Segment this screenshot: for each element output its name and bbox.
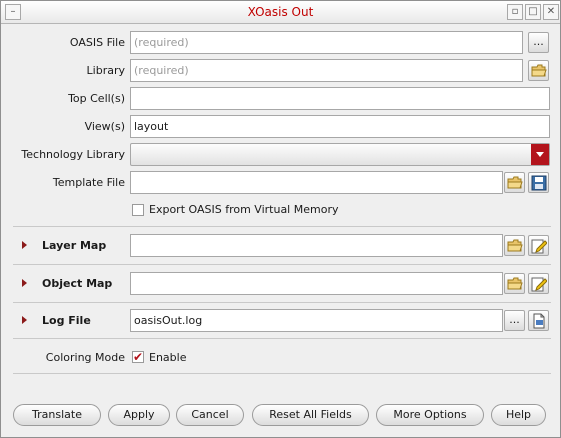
views-label: View(s) bbox=[84, 120, 125, 133]
maximize-icon[interactable]: □ bbox=[525, 4, 541, 20]
divider bbox=[13, 226, 551, 227]
folder-icon bbox=[507, 176, 523, 189]
cancel-button[interactable]: Cancel bbox=[176, 404, 244, 426]
divider bbox=[13, 302, 551, 303]
export-virtual-memory-checkbox[interactable] bbox=[132, 204, 144, 216]
divider bbox=[13, 264, 551, 265]
folder-icon bbox=[507, 277, 523, 290]
minimize-icon[interactable]: ▫ bbox=[507, 4, 523, 20]
log-file-input[interactable]: oasisOut.log bbox=[130, 309, 503, 332]
layer-map-label: Layer Map bbox=[42, 239, 107, 252]
object-map-input[interactable] bbox=[130, 272, 503, 295]
expand-layer-map-icon[interactable] bbox=[22, 241, 27, 249]
expand-object-map-icon[interactable] bbox=[22, 279, 27, 287]
expand-log-file-icon[interactable] bbox=[22, 316, 27, 324]
close-icon[interactable]: ✕ bbox=[543, 4, 559, 20]
save-icon bbox=[531, 175, 547, 191]
log-file-view-button[interactable] bbox=[528, 310, 549, 331]
layer-map-edit-button[interactable] bbox=[528, 235, 549, 256]
reset-all-fields-button[interactable]: Reset All Fields bbox=[252, 404, 369, 426]
edit-icon bbox=[531, 277, 547, 292]
xoasis-out-dialog: – XOasis Out ▫ □ ✕ OASIS File (required)… bbox=[0, 0, 561, 438]
views-input[interactable]: layout bbox=[130, 115, 550, 138]
library-browse-button[interactable] bbox=[528, 60, 549, 81]
folder-icon bbox=[531, 64, 547, 77]
layer-map-browse-button[interactable] bbox=[504, 235, 525, 256]
template-file-save-button[interactable] bbox=[528, 172, 549, 193]
log-file-browse-button[interactable]: ... bbox=[504, 310, 525, 331]
coloring-enable-label: Enable bbox=[149, 351, 187, 364]
oasis-file-label: OASIS File bbox=[69, 36, 125, 49]
chevron-down-icon[interactable] bbox=[531, 144, 549, 165]
oasis-file-browse-button[interactable]: ... bbox=[528, 32, 549, 53]
library-label: Library bbox=[86, 64, 125, 77]
template-file-browse-button[interactable] bbox=[504, 172, 525, 193]
translate-button[interactable]: Translate bbox=[13, 404, 101, 426]
technology-library-select[interactable] bbox=[130, 143, 550, 166]
top-cells-label: Top Cell(s) bbox=[68, 92, 125, 105]
object-map-edit-button[interactable] bbox=[528, 273, 549, 294]
folder-icon bbox=[507, 239, 523, 252]
help-button[interactable]: Help bbox=[491, 404, 546, 426]
oasis-file-input[interactable]: (required) bbox=[130, 31, 523, 54]
coloring-enable-checkbox[interactable]: ✔ bbox=[132, 350, 144, 364]
divider bbox=[13, 338, 551, 339]
library-input[interactable]: (required) bbox=[130, 59, 523, 82]
object-map-browse-button[interactable] bbox=[504, 273, 525, 294]
export-virtual-memory-label: Export OASIS from Virtual Memory bbox=[149, 203, 339, 216]
window-title: XOasis Out bbox=[247, 5, 314, 19]
template-file-label: Template File bbox=[52, 176, 125, 189]
coloring-mode-label: Coloring Mode bbox=[45, 351, 125, 364]
apply-button[interactable]: Apply bbox=[108, 404, 170, 426]
top-cells-input[interactable] bbox=[130, 87, 550, 110]
layer-map-input[interactable] bbox=[130, 234, 503, 257]
object-map-label: Object Map bbox=[42, 277, 113, 290]
title-bar: – XOasis Out ▫ □ ✕ bbox=[1, 1, 560, 24]
check-icon: ✔ bbox=[133, 350, 144, 364]
more-options-button[interactable]: More Options bbox=[376, 404, 484, 426]
template-file-input[interactable] bbox=[130, 171, 503, 194]
edit-icon bbox=[531, 239, 547, 254]
technology-library-label: Technology Library bbox=[21, 148, 125, 161]
divider bbox=[13, 373, 551, 374]
document-icon bbox=[533, 313, 545, 329]
log-file-label: Log File bbox=[42, 314, 91, 327]
